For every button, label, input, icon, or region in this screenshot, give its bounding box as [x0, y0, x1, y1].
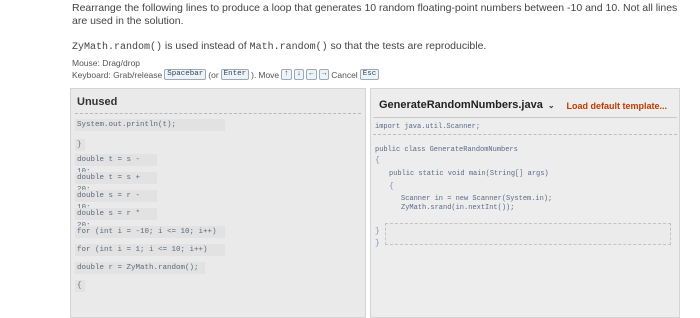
code-block[interactable]: double s = r - 10;	[75, 190, 157, 212]
code-block[interactable]: double r = ZyMath.random();	[75, 262, 205, 274]
code-block[interactable]: {	[75, 280, 85, 292]
math-code: Math.random()	[249, 42, 328, 53]
keyboard-label: Keyboard: Grab/release	[72, 69, 163, 80]
mouse-hint: Mouse: Drag/drop	[72, 58, 141, 68]
editor-panel[interactable]: GenerateRandomNumbers.java ⌄ Load defaul…	[370, 88, 680, 318]
up-arrow-key: ↑	[281, 69, 292, 80]
unused-panel[interactable]: Unused System.out.println(t); } double t…	[70, 88, 366, 318]
esc-key: Esc	[359, 69, 380, 80]
unused-divider	[75, 113, 361, 114]
load-default-template-link[interactable]: Load default template...	[566, 101, 667, 111]
code-block[interactable]: double s = r * 20;	[75, 208, 157, 230]
main-line: public static void main(String[] args)	[389, 170, 549, 178]
code-block[interactable]: }	[75, 139, 85, 151]
instructions-text: Rearrange the following lines to produce…	[72, 2, 678, 27]
keyboard-hint: Keyboard: Grab/release Spacebar (or Ente…	[72, 69, 380, 80]
main-open-brace: {	[389, 182, 394, 191]
srand-line: ZyMath.srand(in.nextInt());	[401, 204, 515, 212]
editor-dashed-divider	[373, 134, 677, 135]
editor-divider	[373, 117, 677, 118]
spacebar-key: Spacebar	[164, 69, 207, 80]
file-name-dropdown[interactable]: GenerateRandomNumbers.java ⌄	[379, 99, 555, 111]
main-close-brace: }	[375, 227, 380, 236]
right-arrow-key: →	[318, 69, 330, 80]
unused-title: Unused	[77, 96, 118, 108]
down-arrow-key: ↓	[293, 69, 305, 80]
enter-key: Enter	[220, 69, 250, 80]
code-block[interactable]: for (int i = -10; i <= 10; i++)	[75, 226, 225, 238]
instructions-note: ZyMath.random() is used instead of Math.…	[72, 40, 486, 53]
scanner-line: Scanner in = new Scanner(System.in);	[401, 195, 553, 203]
chevron-down-icon: ⌄	[547, 100, 555, 110]
note-post: so that the tests are reproducible.	[327, 40, 487, 52]
import-line: import java.util.Scanner;	[375, 123, 481, 131]
cancel-label: Cancel	[331, 69, 358, 80]
close-paren: ).	[251, 69, 257, 80]
or-text: (or	[208, 69, 219, 80]
zymath-code: ZyMath.random()	[72, 42, 163, 53]
file-name: GenerateRandomNumbers.java	[379, 99, 543, 111]
left-arrow-key: ←	[306, 69, 317, 80]
class-open-brace: {	[375, 156, 380, 165]
move-label: Move	[258, 69, 280, 80]
code-block[interactable]: double t = s + 20;	[75, 172, 157, 194]
drop-zone[interactable]	[385, 223, 671, 245]
code-block[interactable]: for (int i = 1; i <= 10; i++)	[75, 244, 225, 256]
code-block[interactable]: System.out.println(t);	[75, 119, 225, 131]
note-mid: is used instead of	[162, 40, 250, 52]
class-close-brace: }	[375, 239, 380, 248]
code-block[interactable]: double t = s - 10;	[75, 154, 157, 176]
class-line: public class GenerateRandomNumbers	[375, 146, 518, 154]
